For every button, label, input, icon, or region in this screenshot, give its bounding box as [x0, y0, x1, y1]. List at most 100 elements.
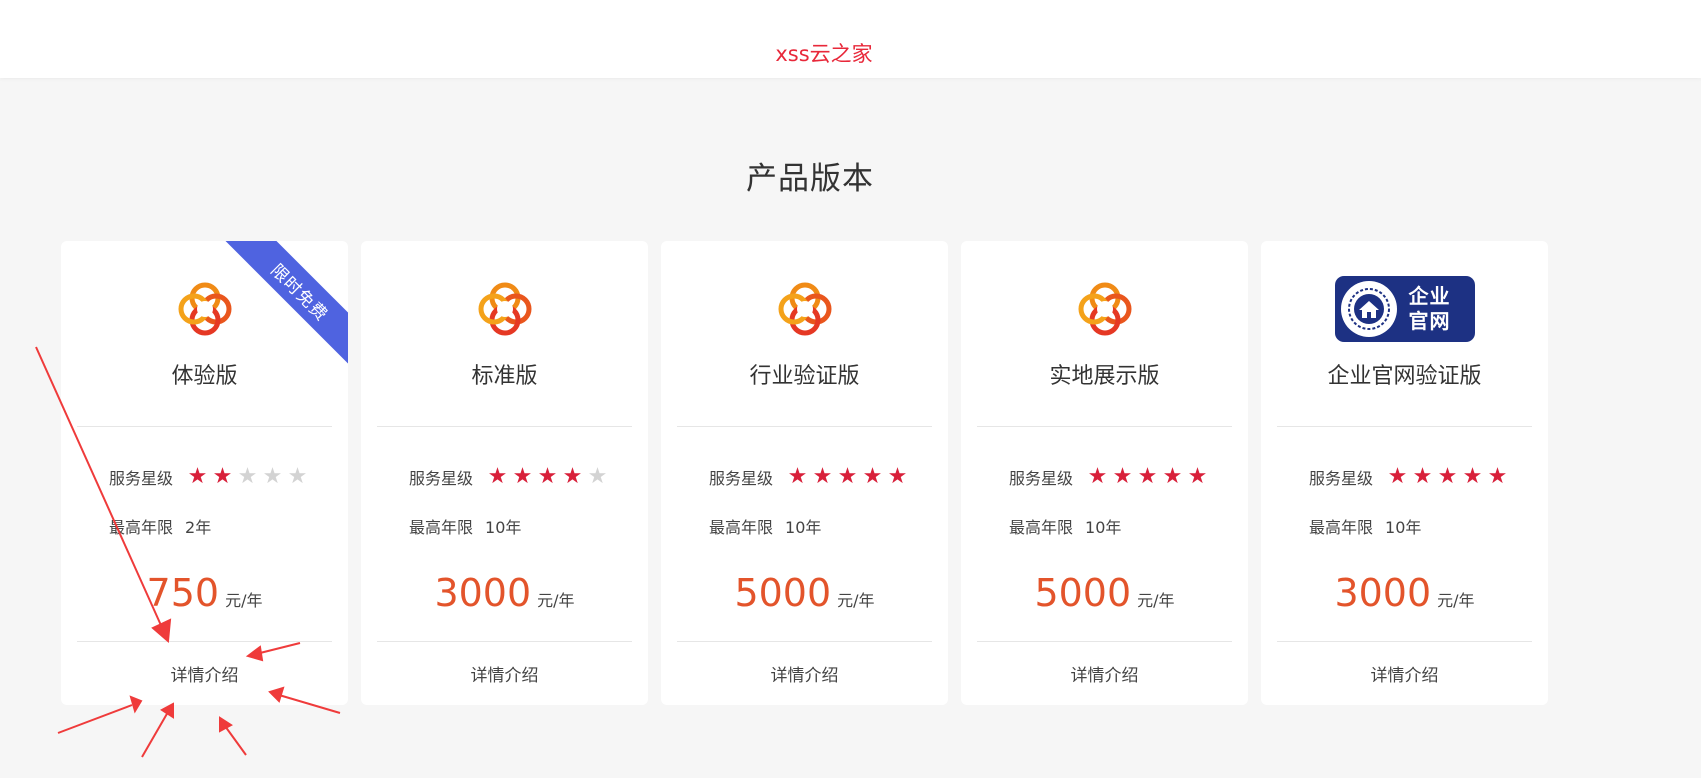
details-link[interactable]: 详情介绍 [961, 661, 1248, 686]
star-filled-icon: ★ [1437, 464, 1458, 489]
details-link[interactable]: 详情介绍 [361, 661, 648, 686]
star-empty-icon: ★ [587, 464, 608, 489]
divider [677, 426, 932, 427]
annotation-arrow [224, 725, 247, 756]
star-filled-icon: ★ [837, 464, 858, 489]
price-unit: 元/年 [225, 591, 263, 610]
divider [377, 426, 632, 427]
details-link[interactable]: 详情介绍 [1261, 661, 1548, 686]
max-years-row: 最高年限 10年 [1309, 514, 1421, 538]
price-unit: 元/年 [837, 591, 875, 610]
star-empty-icon: ★ [237, 464, 258, 489]
house-svg [1347, 288, 1390, 330]
service-level-row: 服务星级 ★ ★ ★ ★ ★ [1309, 465, 1510, 489]
star-filled-icon: ★ [812, 464, 833, 489]
top-bar: xss云之家 [0, 0, 1701, 78]
orange-swirl-logo-icon [772, 276, 838, 342]
max-years-label: 最高年限 [409, 518, 474, 537]
star-filled-icon: ★ [1112, 464, 1133, 489]
star-filled-icon: ★ [1412, 464, 1433, 489]
price: 5000 元/年 [661, 571, 948, 615]
star-filled-icon: ★ [187, 464, 208, 489]
price: 5000 元/年 [961, 571, 1248, 615]
product-name: 标准版 [471, 364, 538, 389]
star-filled-icon: ★ [562, 464, 583, 489]
annotation-arrow-head [219, 716, 233, 733]
price-unit: 元/年 [1437, 591, 1475, 610]
star-filled-icon: ★ [487, 464, 508, 489]
brand-name[interactable]: xss云之家 [0, 38, 1648, 68]
product-card-enterprise-website[interactable]: 企业 官网 企业官网验证版 服务星级 ★ ★ ★ ★ ★ 最高年限 10年 3000 元… [1261, 241, 1548, 705]
swirl-svg [778, 282, 831, 336]
product-card-industry-verified[interactable]: 行业验证版 服务星级 ★ ★ ★ ★ ★ 最高年限 10年 5000 元/年 详情介绍 [661, 241, 948, 705]
service-level-label: 服务星级 [409, 469, 474, 488]
price: 3000 元/年 [1261, 571, 1548, 615]
swirl-svg [1078, 282, 1131, 336]
star-rating: ★ ★ ★ ★ ★ [185, 466, 310, 488]
divider [977, 641, 1232, 642]
house-icon [1340, 281, 1397, 337]
max-years-label: 最高年限 [1309, 518, 1374, 537]
star-empty-icon: ★ [287, 464, 308, 489]
orange-swirl-logo-icon [472, 276, 538, 342]
max-years-value: 2年 [185, 518, 212, 537]
price-amount: 5000 [1034, 571, 1132, 615]
details-link[interactable]: 详情介绍 [61, 661, 348, 686]
max-years-value: 10年 [485, 518, 522, 537]
orange-swirl-logo-icon [172, 276, 238, 342]
max-years-value: 10年 [1385, 518, 1422, 537]
details-link[interactable]: 详情介绍 [661, 661, 948, 686]
free-ribbon: 限时免费 [221, 241, 348, 371]
price-unit: 元/年 [537, 591, 575, 610]
product-name: 行业验证版 [749, 364, 860, 389]
max-years-row: 最高年限 10年 [709, 514, 821, 538]
max-years-value: 10年 [785, 518, 822, 537]
orange-swirl-logo-icon [1072, 276, 1138, 342]
divider [977, 426, 1232, 427]
product-cards: 限时免费 体验版 服务星级 ★★★★★ 最高年限 2年 750 元/年 [61, 241, 1548, 705]
product-card-trial[interactable]: 限时免费 体验版 服务星级 ★★★★★ 最高年限 2年 750 元/年 [61, 241, 348, 705]
divider [377, 641, 632, 642]
badge-text: 企业 官网 [1409, 284, 1451, 334]
price-unit: 元/年 [1137, 591, 1175, 610]
max-years-value: 10年 [1085, 518, 1122, 537]
price: 3000 元/年 [361, 571, 648, 615]
price-amount: 750 [146, 571, 220, 615]
star-filled-icon: ★ [887, 464, 908, 489]
price-amount: 5000 [734, 571, 832, 615]
price-amount: 3000 [1334, 571, 1432, 615]
star-rating: ★ ★ ★ ★ ★ [485, 466, 610, 488]
max-years-label: 最高年限 [709, 518, 774, 537]
star-filled-icon: ★ [1187, 464, 1208, 489]
product-name: 体验版 [171, 364, 238, 389]
service-level-label: 服务星级 [109, 469, 174, 488]
enterprise-website-badge-icon: 企业 官网 [1334, 276, 1475, 342]
divider [1277, 426, 1532, 427]
star-rating: ★ ★ ★ ★ ★ [1085, 466, 1210, 488]
star-filled-icon: ★ [1087, 464, 1108, 489]
service-level-row: 服务星级 ★ ★ ★ ★ ★ [709, 465, 910, 489]
star-rating: ★ ★ ★ ★ ★ [1385, 466, 1510, 488]
max-years-row: 最高年限 10年 [409, 514, 521, 538]
service-level-row: 服务星级 ★ ★ ★ ★ ★ [1009, 465, 1210, 489]
star-filled-icon: ★ [212, 464, 233, 489]
star-empty-icon: ★ [262, 464, 283, 489]
product-name: 企业官网验证版 [1327, 364, 1482, 389]
product-name: 实地展示版 [1049, 364, 1160, 389]
star-filled-icon: ★ [1462, 464, 1483, 489]
product-card-standard[interactable]: 标准版 服务星级 ★ ★ ★ ★ ★ 最高年限 10年 3000 元/年 详情介绍 [361, 241, 648, 705]
price-amount: 3000 [434, 571, 532, 615]
product-card-onsite-showcase[interactable]: 实地展示版 服务星级 ★ ★ ★ ★ ★ 最高年限 10年 5000 元/年 详情介绍 [961, 241, 1248, 705]
star-filled-icon: ★ [1387, 464, 1408, 489]
section-title: 产品版本 [746, 161, 874, 197]
swirl-svg [478, 282, 531, 336]
star-filled-icon: ★ [512, 464, 533, 489]
star-filled-icon: ★ [1162, 464, 1183, 489]
service-level-label: 服务星级 [1009, 469, 1074, 488]
service-level-row: 服务星级 ★ ★ ★ ★ ★ [109, 465, 310, 489]
star-filled-icon: ★ [1137, 464, 1158, 489]
divider [677, 641, 932, 642]
divider [1277, 641, 1532, 642]
service-level-label: 服务星级 [1309, 469, 1374, 488]
divider [77, 426, 332, 427]
